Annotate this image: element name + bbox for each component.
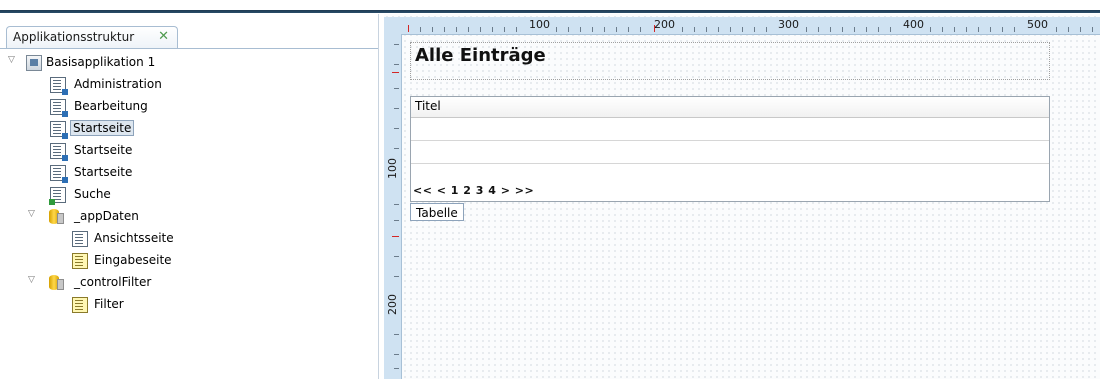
tab-label: Applikationsstruktur <box>13 30 135 44</box>
expand-toggle-icon[interactable]: ▽ <box>28 209 38 219</box>
tree-item-label: Suche <box>74 187 111 201</box>
tree-item-bearbeitung[interactable]: Bearbeitung <box>0 96 378 118</box>
data-folder-icon <box>48 209 64 225</box>
tree-item-administration[interactable]: Administration <box>0 74 378 96</box>
table-header: Titel <box>411 97 1049 118</box>
tree-item-label: Ansichtsseite <box>94 231 174 245</box>
ruler-marker <box>392 72 399 73</box>
tree-item-suche[interactable]: Suche <box>0 184 378 206</box>
application-structure-panel: Applikationsstruktur ✕ ▽ Basisapplikatio… <box>0 14 379 379</box>
pagination-links[interactable]: << < 1 2 3 4 > >> <box>413 184 534 197</box>
search-page-icon <box>49 187 66 205</box>
window-top-bar <box>0 0 1100 13</box>
page-icon <box>50 121 68 139</box>
tree-root-basisapplikation[interactable]: ▽ Basisapplikation 1 <box>0 52 378 74</box>
heading-element[interactable]: Alle Einträge <box>410 42 1050 80</box>
page-icon <box>50 143 68 161</box>
table-name-label: Tabelle <box>410 203 464 221</box>
ruler-label: 200 <box>386 294 399 315</box>
page-heading: Alle Einträge <box>415 45 546 66</box>
table-element[interactable]: Titel << < 1 2 3 4 > >> <box>410 96 1050 202</box>
tree-item-eingabeseite[interactable]: Eingabeseite <box>0 250 378 272</box>
vertical-ruler: 100 200 <box>384 34 402 379</box>
application-icon <box>26 55 42 71</box>
ruler-label: 200 <box>654 18 675 31</box>
tree-item-label: Filter <box>94 297 124 311</box>
tree-item-startseite[interactable]: Startseite <box>0 140 378 162</box>
view-page-icon <box>72 231 88 247</box>
page-icon <box>50 77 68 95</box>
ruler-label: 300 <box>778 18 799 31</box>
page-icon <box>50 165 68 183</box>
tree-item-label: Startseite <box>70 120 135 136</box>
input-page-icon <box>72 253 88 269</box>
ruler-label: 500 <box>1027 18 1048 31</box>
tree-group-controlfilter[interactable]: ▽ _controlFilter <box>0 272 378 294</box>
tree-item-label: Startseite <box>74 143 133 157</box>
tree-item-label: Administration <box>74 77 162 91</box>
close-icon[interactable]: ✕ <box>158 29 169 44</box>
tree-item-label: Startseite <box>74 165 133 179</box>
table-row-divider <box>411 140 1049 141</box>
tab-applikationsstruktur[interactable]: Applikationsstruktur ✕ <box>6 26 178 48</box>
horizontal-ruler: 100 200 300 400 500 <box>384 17 1100 35</box>
tree-group-appdaten[interactable]: ▽ _appDaten <box>0 206 378 228</box>
tree-item-startseite[interactable]: Startseite <box>0 162 378 184</box>
expand-toggle-icon[interactable]: ▽ <box>28 275 38 285</box>
ruler-marker <box>654 25 655 32</box>
tree-item-label: Eingabeseite <box>94 253 172 267</box>
ruler-label: 100 <box>529 18 550 31</box>
input-page-icon <box>72 297 88 313</box>
tree-item-label: _controlFilter <box>74 275 152 289</box>
ruler-marker <box>392 236 399 237</box>
tree-item-label: Basisapplikation 1 <box>46 55 156 69</box>
ruler-label: 400 <box>903 18 924 31</box>
data-folder-icon <box>48 275 64 291</box>
ruler-label: 100 <box>386 158 399 179</box>
page-icon <box>50 99 68 117</box>
tree-item-label: _appDaten <box>74 209 139 223</box>
ruler-marker <box>408 25 409 32</box>
tree-item-startseite-selected[interactable]: Startseite <box>0 118 378 140</box>
column-header-titel: Titel <box>415 99 441 113</box>
expand-toggle-icon[interactable]: ▽ <box>8 55 18 65</box>
panel-tab-strip: Applikationsstruktur ✕ <box>0 20 378 49</box>
tree-item-filter[interactable]: Filter <box>0 294 378 316</box>
table-row-divider <box>411 163 1049 164</box>
tree-item-label: Bearbeitung <box>74 99 148 113</box>
tree-item-ansichtsseite[interactable]: Ansichtsseite <box>0 228 378 250</box>
